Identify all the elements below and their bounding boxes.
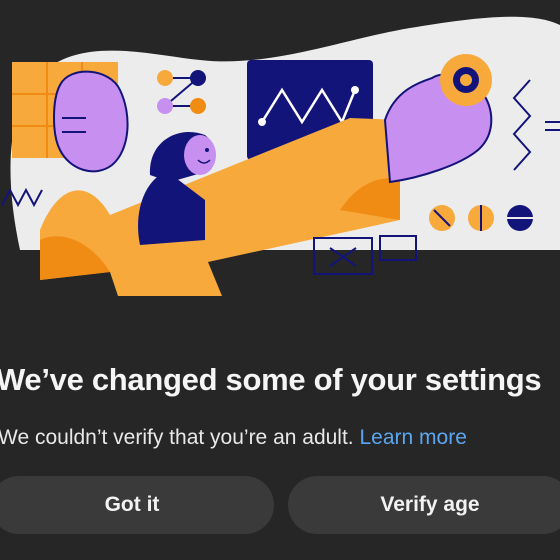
dialog-message-row: We couldn’t verify that you’re an adult.… [0,426,560,450]
verify-age-button[interactable]: Verify age [288,476,560,534]
left-hand [53,70,129,173]
got-it-button[interactable]: Got it [0,476,274,534]
dial-icon [440,54,492,106]
knob-icons [429,205,533,231]
dialog-message: We couldn’t verify that you’re an adult. [0,426,354,449]
person-adjusting-settings-illustration [1,16,560,296]
dialog-title: We’ve changed some of your settings [0,362,542,397]
learn-more-link[interactable]: Learn more [359,426,466,449]
